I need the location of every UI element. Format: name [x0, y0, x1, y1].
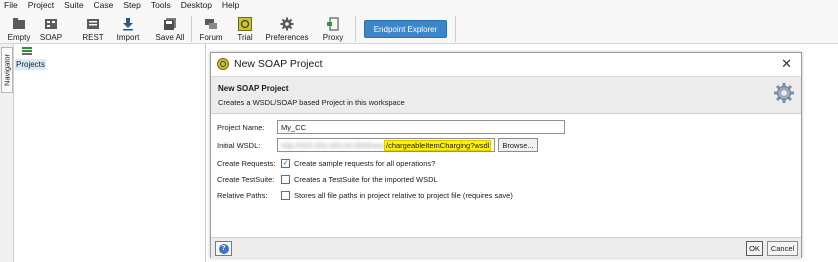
dialog-footer: ? OK Cancel	[211, 237, 801, 258]
create-requests-text: Create sample requests for all operation…	[294, 158, 436, 168]
navigator-tab[interactable]: Navigator	[1, 47, 13, 93]
navigator-strip: Navigator	[0, 44, 14, 262]
initial-wsdl-row: Initial WSDL:	[217, 138, 281, 152]
menu-project[interactable]: Project	[23, 0, 59, 11]
dialog-title: New SOAP Project	[234, 58, 323, 70]
menu-tools[interactable]: Tools	[146, 0, 176, 11]
project-name-value: My_CC	[281, 122, 307, 132]
menu-desktop[interactable]: Desktop	[176, 0, 217, 11]
menu-bar: File Project Suite Case Step Tools Deskt…	[0, 0, 838, 11]
proxy-label: Proxy	[322, 33, 344, 42]
project-name-label: Project Name:	[217, 122, 265, 132]
menu-suite[interactable]: Suite	[59, 0, 88, 11]
menu-case[interactable]: Case	[89, 0, 119, 11]
create-testsuite-row: Create TestSuite: Creates a TestSuite fo…	[217, 172, 438, 186]
preferences-label: Preferences	[265, 33, 309, 42]
navigator-panel: Projects	[14, 44, 206, 262]
projects-tree-root[interactable]: Projects	[15, 59, 46, 70]
create-testsuite-checkbox[interactable]	[281, 174, 290, 184]
help-button[interactable]: ?	[215, 241, 232, 256]
tree-view-icon[interactable]	[22, 47, 32, 55]
soap-icon	[44, 17, 58, 31]
toolbar-separator	[355, 16, 356, 42]
help-icon: ?	[218, 243, 229, 254]
gear-icon	[774, 83, 794, 103]
dialog-header: New SOAP Project Creates a WSDL/SOAP bas…	[211, 76, 801, 114]
save-all-label: Save All	[155, 33, 185, 42]
navigator-tab-label: Navigator	[2, 53, 12, 87]
proxy-button[interactable]: Proxy	[318, 13, 348, 43]
menu-step[interactable]: Step	[118, 0, 146, 11]
wsdl-url-highlighted: /chargeableItemCharging?wsdl	[384, 139, 492, 151]
toolbar-separator	[455, 16, 456, 42]
rest-button[interactable]: REST	[78, 13, 108, 43]
empty-project-icon	[12, 17, 26, 31]
trial-button[interactable]: Trial	[232, 13, 258, 43]
rest-icon	[86, 17, 100, 31]
soap-button[interactable]: SOAP	[36, 13, 66, 43]
forum-label: Forum	[199, 33, 223, 42]
proxy-icon	[326, 17, 340, 31]
dialog-header-title: New SOAP Project	[218, 84, 289, 93]
dialog-header-subtitle: Creates a WSDL/SOAP based Project in thi…	[218, 98, 405, 107]
wsdl-url-redacted: http://000.000.000.00:0000/ws/	[281, 140, 384, 150]
toolbar-separator	[191, 16, 192, 42]
cancel-button[interactable]: Cancel	[767, 241, 798, 256]
new-soap-project-dialog: New SOAP Project ✕ New SOAP Project Crea…	[210, 52, 802, 258]
gear-icon	[280, 17, 294, 31]
relative-paths-checkbox[interactable]	[281, 190, 290, 200]
ok-button[interactable]: OK	[746, 241, 763, 256]
create-requests-row: Create Requests: ✓ Create sample request…	[217, 156, 435, 170]
project-name-input[interactable]: My_CC	[277, 120, 565, 134]
trial-label: Trial	[237, 33, 253, 42]
empty-button[interactable]: Empty	[4, 13, 34, 43]
import-button[interactable]: Import	[113, 13, 143, 43]
rest-label: REST	[82, 33, 104, 42]
project-name-row: Project Name:	[217, 120, 281, 134]
dialog-titlebar[interactable]: New SOAP Project ✕	[211, 53, 801, 75]
create-requests-label: Create Requests:	[217, 158, 276, 168]
import-icon	[121, 17, 135, 31]
create-testsuite-label: Create TestSuite:	[217, 174, 275, 184]
endpoint-explorer-button[interactable]: Endpoint Explorer	[364, 20, 447, 38]
initial-wsdl-label: Initial WSDL:	[217, 140, 261, 150]
forum-icon	[204, 17, 218, 31]
soapui-app-icon	[217, 58, 229, 70]
import-label: Import	[116, 33, 140, 42]
trial-icon	[238, 17, 252, 31]
browse-button[interactable]: Browse...	[498, 138, 538, 152]
save-all-button[interactable]: Save All	[153, 13, 187, 43]
relative-paths-label: Relative Paths:	[217, 190, 268, 200]
create-testsuite-text: Creates a TestSuite for the imported WSD…	[294, 174, 438, 184]
create-requests-checkbox[interactable]: ✓	[281, 158, 290, 168]
menu-file[interactable]: File	[0, 0, 23, 11]
soap-label: SOAP	[39, 33, 63, 42]
relative-paths-text: Stores all file paths in project relativ…	[294, 190, 513, 200]
close-icon[interactable]: ✕	[781, 56, 792, 72]
initial-wsdl-input[interactable]: http://000.000.000.00:0000/ws/ /chargeab…	[277, 138, 495, 152]
forum-button[interactable]: Forum	[196, 13, 226, 43]
menu-help[interactable]: Help	[217, 0, 244, 11]
save-all-icon	[163, 17, 177, 31]
preferences-button[interactable]: Preferences	[264, 13, 310, 43]
empty-label: Empty	[7, 33, 31, 42]
relative-paths-row: Relative Paths: Stores all file paths in…	[217, 188, 513, 202]
